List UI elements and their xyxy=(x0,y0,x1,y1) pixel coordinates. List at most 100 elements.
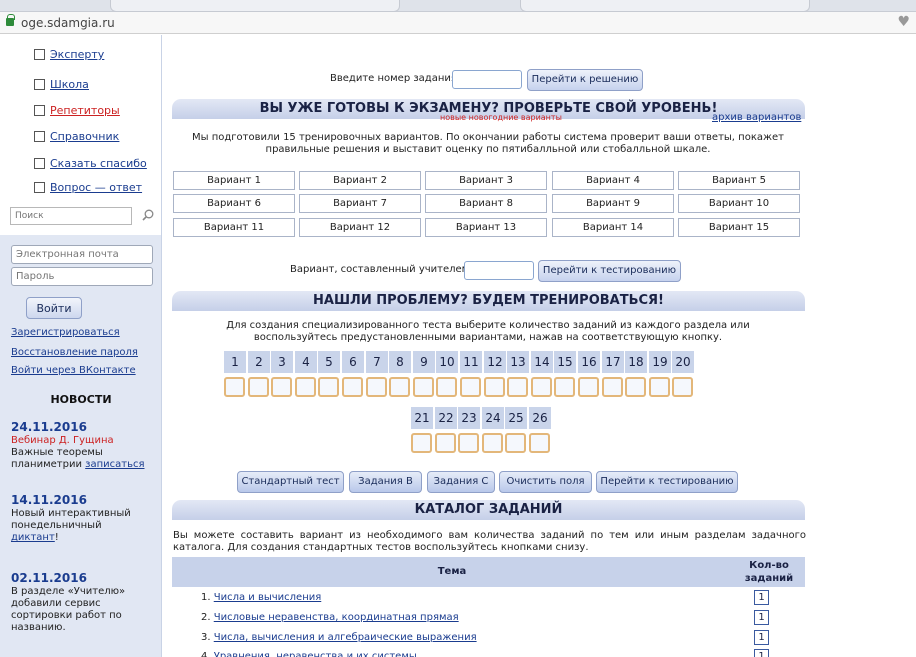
search-input[interactable] xyxy=(10,207,132,225)
task-count-input[interactable] xyxy=(507,377,528,397)
task-count-field[interactable]: 1 xyxy=(754,630,769,645)
variant-button[interactable]: Вариант 2 xyxy=(299,171,421,190)
task-count-input[interactable] xyxy=(578,377,599,397)
sidebar-item-qa[interactable]: Вопрос — ответ xyxy=(34,181,142,194)
variant-button[interactable]: Вариант 9 xyxy=(552,194,674,213)
password-field[interactable] xyxy=(11,267,153,286)
standard-test-button[interactable]: Стандартный тест xyxy=(237,471,344,493)
catalog-topic-link[interactable]: Числовые неравенства, координатная пряма… xyxy=(214,612,459,623)
variant-button[interactable]: Вариант 6 xyxy=(173,194,295,213)
task-count-field[interactable]: 1 xyxy=(754,649,769,657)
task-count-field[interactable]: 1 xyxy=(754,590,769,605)
browser-tab[interactable] xyxy=(110,0,400,12)
catalog-topic-link[interactable]: Числа и вычисления xyxy=(214,592,322,603)
task-number-input[interactable] xyxy=(452,70,522,89)
task-count-field[interactable]: 1 xyxy=(754,610,769,625)
catalog-row: 3. Числа, вычисления и алгебраические вы… xyxy=(201,632,477,643)
task-count-input[interactable] xyxy=(413,377,434,397)
bookmark-heart-icon[interactable]: ♥ xyxy=(897,14,910,30)
news-item: Вебинар Д. Гущина Важные теоремы планиме… xyxy=(11,435,161,471)
tasks-c-button[interactable]: Задания C xyxy=(427,471,495,493)
variant-button[interactable]: Вариант 12 xyxy=(299,218,421,237)
login-button[interactable]: Войти xyxy=(26,297,82,319)
task-number-label: 13 xyxy=(507,351,529,373)
task-number-label: 4 xyxy=(295,351,317,373)
task-count-input[interactable] xyxy=(295,377,316,397)
catalog-topic-link[interactable]: Уравнения, неравенства и их системы xyxy=(214,651,417,657)
task-number-label: 3 xyxy=(271,351,293,373)
catalog-topic-link[interactable]: Числа, вычисления и алгебраические выраж… xyxy=(214,632,477,643)
variant-button[interactable]: Вариант 3 xyxy=(425,171,547,190)
archive-link[interactable]: архив вариантов xyxy=(712,112,801,123)
variant-button[interactable]: Вариант 7 xyxy=(299,194,421,213)
task-count-input[interactable] xyxy=(411,433,432,453)
task-count-input[interactable] xyxy=(271,377,292,397)
task-count-input[interactable] xyxy=(482,433,503,453)
task-count-input[interactable] xyxy=(248,377,269,397)
sidebar-item-label: Эксперту xyxy=(50,48,105,61)
teacher-variant-input[interactable] xyxy=(464,261,534,280)
task-count-input[interactable] xyxy=(484,377,505,397)
checkbox-icon xyxy=(34,105,45,116)
task-count-input[interactable] xyxy=(389,377,410,397)
search-icon[interactable] xyxy=(142,209,154,221)
tasks-b-button[interactable]: Задания B xyxy=(349,471,422,493)
email-field[interactable] xyxy=(11,245,153,264)
task-count-input[interactable] xyxy=(672,377,693,397)
browser-tab-strip xyxy=(0,0,916,12)
sidebar-item-reference[interactable]: Справочник xyxy=(34,130,119,143)
teacher-go-to-testing-button[interactable]: Перейти к тестированию xyxy=(538,260,681,282)
task-count-input[interactable] xyxy=(318,377,339,397)
restore-password-link[interactable]: Восстановление пароля xyxy=(11,347,138,358)
task-number-label: Введите номер задания: xyxy=(330,73,461,84)
variant-button[interactable]: Вариант 14 xyxy=(552,218,674,237)
task-count-input[interactable] xyxy=(554,377,575,397)
news-link[interactable]: диктант xyxy=(11,532,55,543)
task-count-input[interactable] xyxy=(366,377,387,397)
task-number-label: 21 xyxy=(411,407,433,429)
task-number-label: 1 xyxy=(224,351,246,373)
catalog-row: 1. Числа и вычисления xyxy=(201,592,321,603)
browser-tab[interactable] xyxy=(520,0,810,12)
task-count-input[interactable] xyxy=(505,433,526,453)
variant-button[interactable]: Вариант 13 xyxy=(425,218,547,237)
task-count-input[interactable] xyxy=(602,377,623,397)
catalog-table-header: Тема Кол-во заданий xyxy=(172,557,805,587)
task-count-input[interactable] xyxy=(649,377,670,397)
task-count-input[interactable] xyxy=(436,377,457,397)
news-item: Новый интерактивный понедельничный дикта… xyxy=(11,508,161,544)
variant-button[interactable]: Вариант 15 xyxy=(678,218,800,237)
news-link[interactable]: записаться xyxy=(85,459,144,470)
news-text: Новый интерактивный понедельничный xyxy=(11,508,131,531)
sidebar-item-expert[interactable]: Эксперту xyxy=(34,48,104,61)
register-link[interactable]: Зарегистрироваться xyxy=(11,327,120,338)
variant-button[interactable]: Вариант 10 xyxy=(678,194,800,213)
task-count-input[interactable] xyxy=(224,377,245,397)
variant-button[interactable]: Вариант 1 xyxy=(173,171,295,190)
task-number-label: 15 xyxy=(554,351,576,373)
task-count-input[interactable] xyxy=(435,433,456,453)
go-to-solution-button[interactable]: Перейти к решению xyxy=(527,69,643,91)
sidebar: Эксперту Школа Репетиторы Справочник Ска… xyxy=(0,35,162,657)
sidebar-item-school[interactable]: Школа xyxy=(34,78,89,91)
clear-fields-button[interactable]: Очистить поля xyxy=(499,471,592,493)
task-count-input[interactable] xyxy=(529,433,550,453)
vk-login-link[interactable]: Войти через ВКонтакте xyxy=(11,365,136,376)
task-count-input[interactable] xyxy=(531,377,552,397)
url-text[interactable]: oge.sdamgia.ru xyxy=(21,16,115,30)
task-count-input[interactable] xyxy=(460,377,481,397)
task-number-label: 22 xyxy=(435,407,457,429)
task-count-input[interactable] xyxy=(458,433,479,453)
sidebar-item-thanks[interactable]: Сказать спасибо xyxy=(34,157,147,170)
variant-button[interactable]: Вариант 8 xyxy=(425,194,547,213)
task-count-input[interactable] xyxy=(342,377,363,397)
address-bar[interactable]: oge.sdamgia.ru ♥ xyxy=(0,12,916,34)
task-number-label: 19 xyxy=(649,351,671,373)
go-to-testing-button[interactable]: Перейти к тестированию xyxy=(596,471,738,493)
variant-button[interactable]: Вариант 11 xyxy=(173,218,295,237)
task-count-input[interactable] xyxy=(625,377,646,397)
variant-button[interactable]: Вариант 5 xyxy=(678,171,800,190)
news-title: Вебинар Д. Гущина xyxy=(11,435,114,446)
variant-button[interactable]: Вариант 4 xyxy=(552,171,674,190)
sidebar-item-tutors[interactable]: Репетиторы xyxy=(34,104,120,117)
